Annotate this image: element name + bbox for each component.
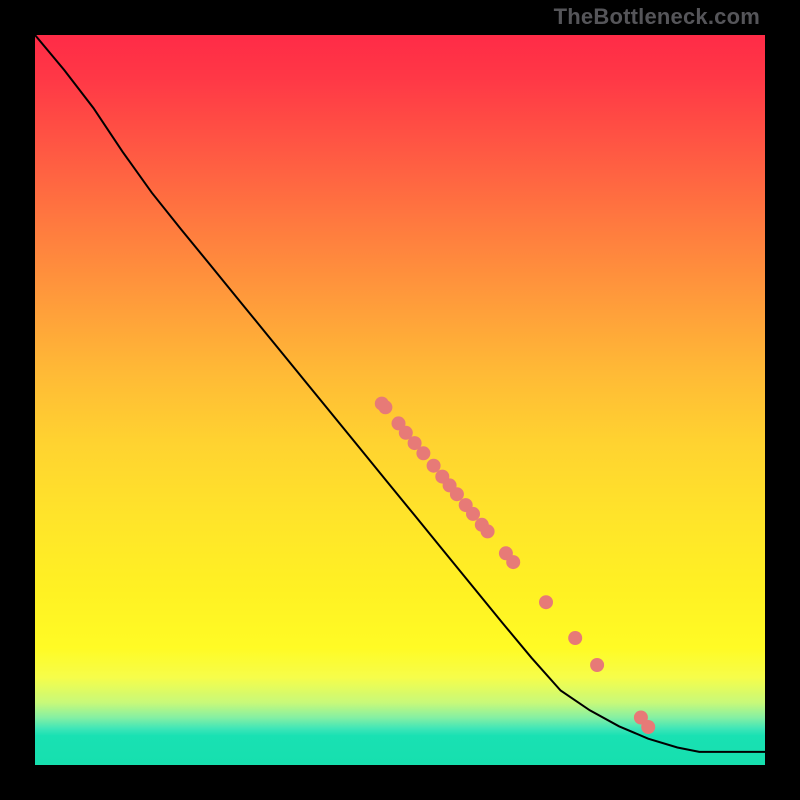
- chart-svg: [35, 35, 765, 765]
- data-point: [416, 446, 430, 460]
- data-point: [539, 595, 553, 609]
- data-point: [427, 459, 441, 473]
- data-point: [481, 524, 495, 538]
- data-point: [506, 555, 520, 569]
- data-point: [378, 400, 392, 414]
- data-point: [466, 507, 480, 521]
- curve-line: [35, 35, 765, 752]
- data-point: [450, 487, 464, 501]
- data-point: [641, 720, 655, 734]
- watermark-text: TheBottleneck.com: [554, 6, 760, 28]
- data-point: [590, 658, 604, 672]
- data-point: [568, 631, 582, 645]
- chart-stage: TheBottleneck.com: [0, 0, 800, 800]
- plot-area: [35, 35, 765, 765]
- marker-group: [375, 397, 655, 734]
